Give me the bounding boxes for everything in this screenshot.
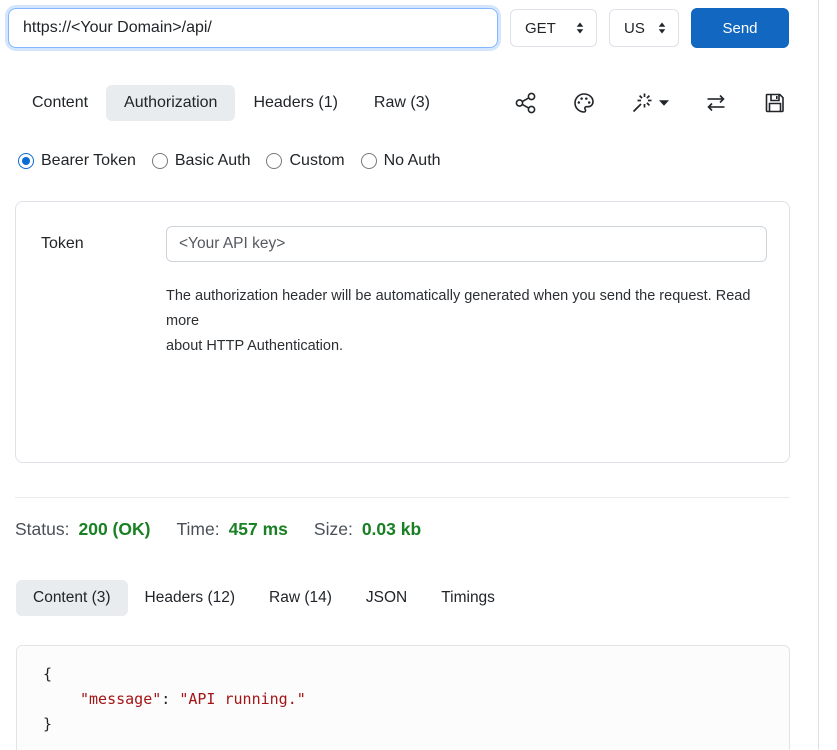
radio-label: Basic Auth <box>175 152 251 170</box>
auth-help-line2: about HTTP Authentication. <box>166 334 767 359</box>
token-row: Token <box>41 226 767 262</box>
radio-no-auth[interactable]: No Auth <box>361 152 441 170</box>
tab-response-raw[interactable]: Raw (14) <box>252 580 349 616</box>
section-divider <box>15 497 790 498</box>
time-group: Time: 457 ms <box>176 519 287 540</box>
tab-content[interactable]: Content <box>14 85 106 121</box>
status-label: Status: <box>15 519 69 540</box>
caret-down-icon <box>659 100 669 106</box>
bearer-token-panel: Token The authorization header will be a… <box>15 201 790 463</box>
updown-arrows-icon <box>574 21 586 35</box>
size-group: Size: 0.03 kb <box>314 519 421 540</box>
request-tabs: Content Authorization Headers (1) Raw (3… <box>0 85 837 121</box>
response-body: { "message": "API running." } <box>16 645 790 750</box>
tab-headers[interactable]: Headers (1) <box>235 85 355 121</box>
time-label: Time: <box>176 519 219 540</box>
api-tester-page: GET US Send Content Authorization Header… <box>0 0 837 750</box>
code-line: } <box>43 712 789 737</box>
tab-raw[interactable]: Raw (3) <box>356 85 448 121</box>
region-select-value: US <box>624 20 645 37</box>
tab-response-content[interactable]: Content (3) <box>16 580 128 616</box>
auth-help-line1: The authorization header will be automat… <box>166 284 767 334</box>
swap-arrows-icon[interactable] <box>703 91 729 115</box>
auth-help-text: The authorization header will be automat… <box>166 284 767 359</box>
magic-wand-dropdown-icon[interactable] <box>630 91 669 115</box>
radio-basic-auth[interactable]: Basic Auth <box>152 152 251 170</box>
code-line: { <box>43 662 789 687</box>
tab-response-json[interactable]: JSON <box>349 580 424 616</box>
json-value: "API running." <box>179 690 305 708</box>
radio-unselected-icon <box>266 153 282 169</box>
radio-unselected-icon <box>361 153 377 169</box>
palette-icon[interactable] <box>572 91 596 115</box>
tab-authorization[interactable]: Authorization <box>106 85 235 121</box>
method-select[interactable]: GET <box>510 9 597 47</box>
request-toolbar <box>514 91 837 115</box>
radio-bearer-token[interactable]: Bearer Token <box>18 152 136 170</box>
tab-response-timings[interactable]: Timings <box>424 580 512 616</box>
status-value: 200 (OK) <box>78 519 150 540</box>
url-input[interactable] <box>8 8 498 48</box>
updown-arrows-icon <box>656 21 668 35</box>
size-label: Size: <box>314 519 353 540</box>
radio-label: No Auth <box>384 152 441 170</box>
time-value: 457 ms <box>229 519 288 540</box>
page-right-divider <box>818 0 819 750</box>
response-tabs: Content (3) Headers (12) Raw (14) JSON T… <box>0 580 837 616</box>
region-select[interactable]: US <box>609 9 679 47</box>
response-status-row: Status: 200 (OK) Time: 457 ms Size: 0.03… <box>0 519 837 540</box>
radio-selected-icon <box>18 153 34 169</box>
size-value: 0.03 kb <box>362 519 421 540</box>
auth-type-options: Bearer Token Basic Auth Custom No Auth <box>0 152 837 170</box>
token-label: Token <box>41 235 166 253</box>
share-icon[interactable] <box>514 91 538 115</box>
status-group: Status: 200 (OK) <box>15 519 150 540</box>
radio-unselected-icon <box>152 153 168 169</box>
token-input[interactable] <box>166 226 767 262</box>
method-select-value: GET <box>525 20 556 37</box>
json-key: "message" <box>80 690 161 708</box>
code-line: "message": "API running." <box>43 687 789 712</box>
radio-label: Bearer Token <box>41 152 136 170</box>
request-bar: GET US Send <box>0 0 837 48</box>
send-button[interactable]: Send <box>691 8 789 48</box>
radio-label: Custom <box>289 152 344 170</box>
save-icon[interactable] <box>763 91 787 115</box>
tab-response-headers[interactable]: Headers (12) <box>128 580 252 616</box>
json-colon: : <box>161 690 179 708</box>
radio-custom[interactable]: Custom <box>266 152 344 170</box>
